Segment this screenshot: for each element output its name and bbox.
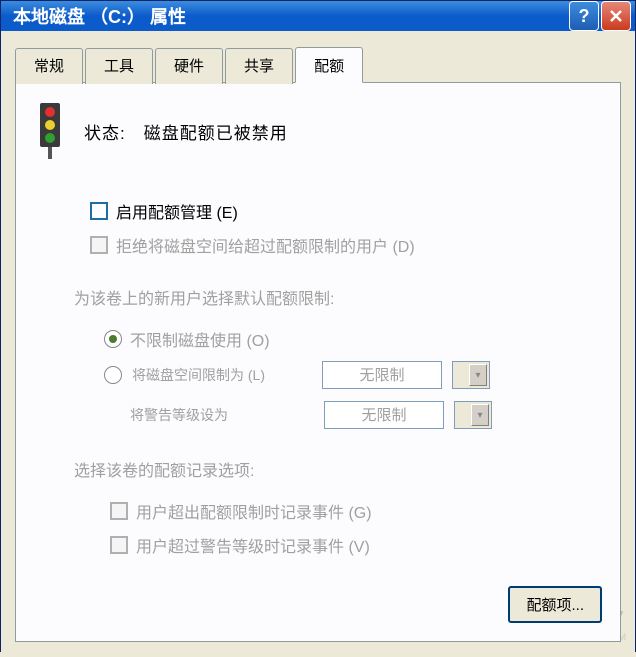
deny-exceed-label: 拒绝将磁盘空间给超过配额限制的用户 (D) [116, 233, 415, 257]
close-icon [609, 9, 623, 23]
log-exceed-warning-row: 用户超过警告等级时记录事件 (V) [110, 533, 602, 557]
tab-general[interactable]: 常规 [15, 48, 83, 84]
tab-quota[interactable]: 配额 [295, 47, 363, 83]
limit-value-input: 无限制 [322, 361, 442, 389]
limit-to-row: 将磁盘空间限制为 (L) 无限制 ▾ [104, 361, 602, 389]
chevron-down-icon: ▾ [469, 364, 487, 386]
warning-unit-dropdown: ▾ [454, 401, 492, 429]
logging-section: 选择该卷的配额记录选项: [74, 457, 602, 481]
limit-unit-dropdown: ▾ [452, 361, 490, 389]
help-button[interactable]: ? [569, 1, 599, 31]
log-exceed-limit-label: 用户超出配额限制时记录事件 (G) [136, 499, 372, 523]
log-exceed-warning-checkbox [110, 536, 128, 554]
tab-bar: 常规 工具 硬件 共享 配额 [15, 47, 621, 83]
titlebar-buttons: ? [569, 1, 631, 31]
no-limit-radio [104, 330, 122, 348]
chevron-down-icon: ▾ [471, 404, 489, 426]
tab-content: 状态: 磁盘配额已被禁用 启用配额管理 (E) 拒绝将磁盘空间给超过配额限制的用… [15, 82, 621, 642]
limit-to-label: 将磁盘空间限制为 (L) [132, 365, 312, 385]
enable-quota-label: 启用配额管理 (E) [116, 199, 238, 223]
traffic-light-icon [34, 103, 66, 159]
enable-quota-checkbox[interactable] [90, 202, 108, 220]
status-text: 磁盘配额已被禁用 [144, 119, 288, 144]
warning-level-label: 将警告等级设为 [130, 405, 232, 425]
window-title: 本地磁盘 （C:） 属性 [13, 3, 569, 29]
log-exceed-limit-checkbox [110, 502, 128, 520]
no-limit-label: 不限制磁盘使用 (O) [130, 327, 270, 351]
limit-to-radio [104, 366, 122, 384]
tab-tools[interactable]: 工具 [85, 48, 153, 84]
log-exceed-limit-row: 用户超出配额限制时记录事件 (G) [110, 499, 602, 523]
tab-hardware[interactable]: 硬件 [155, 48, 223, 84]
properties-dialog: 本地磁盘 （C:） 属性 ? 常规 工具 硬件 共享 配额 [0, 0, 636, 652]
log-exceed-warning-label: 用户超过警告等级时记录事件 (V) [136, 533, 370, 557]
titlebar: 本地磁盘 （C:） 属性 ? [1, 1, 635, 31]
deny-exceed-checkbox [90, 236, 108, 254]
status-row: 状态: 磁盘配额已被禁用 [34, 103, 602, 159]
warning-value-input: 无限制 [324, 401, 444, 429]
tab-sharing[interactable]: 共享 [225, 48, 293, 84]
warning-level-row: 将警告等级设为 无限制 ▾ [104, 401, 602, 429]
client-area: 常规 工具 硬件 共享 配额 状态: 磁盘配额已被禁用 启用配额管理 (E [1, 31, 635, 657]
enable-quota-row: 启用配额管理 (E) [90, 199, 602, 223]
no-limit-row: 不限制磁盘使用 (O) [104, 327, 602, 351]
close-button[interactable] [601, 1, 631, 31]
deny-exceed-row: 拒绝将磁盘空间给超过配额限制的用户 (D) [90, 233, 602, 257]
default-limit-section: 为该卷上的新用户选择默认配额限制: [74, 285, 602, 309]
status-label: 状态: [84, 119, 126, 144]
quota-entries-button[interactable]: 配额项... [508, 586, 602, 623]
